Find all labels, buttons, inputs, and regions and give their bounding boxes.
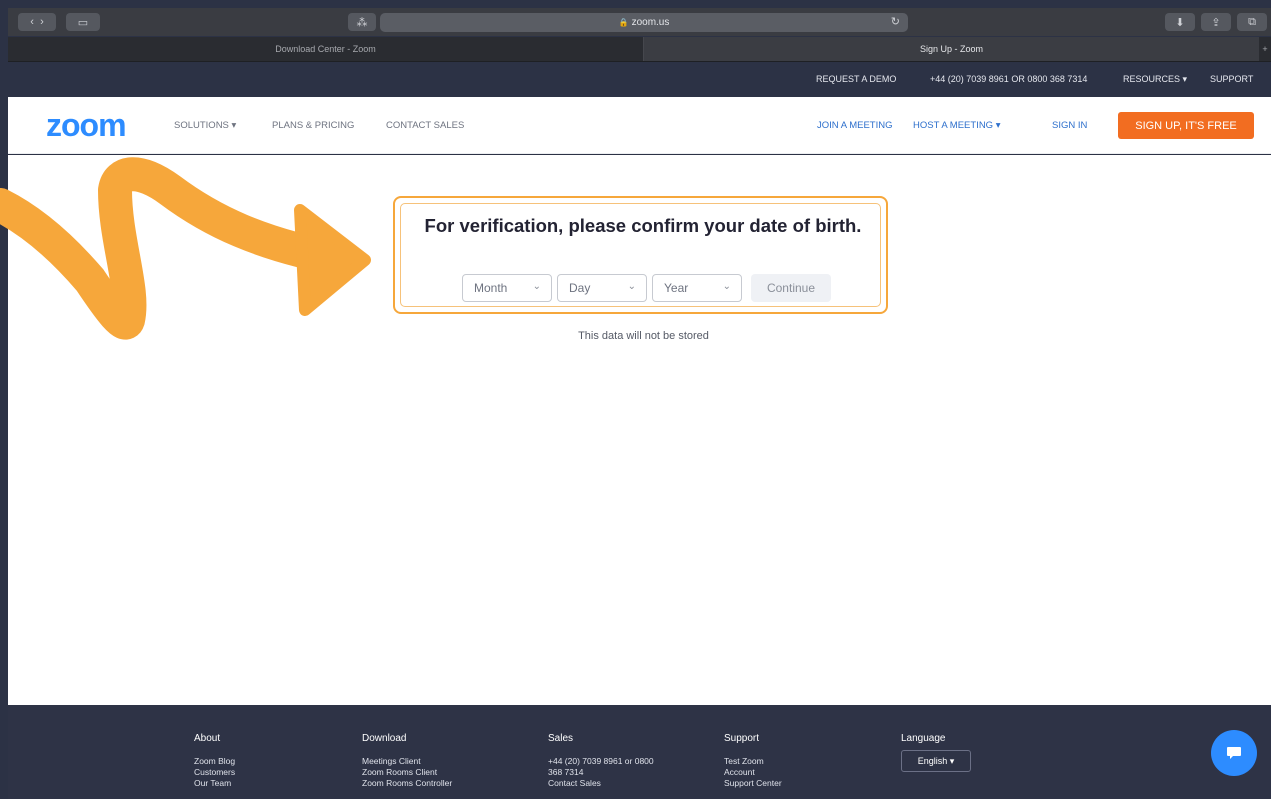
reader-icon[interactable]: ⁂ — [348, 13, 376, 31]
verification-title: For verification, please confirm your da… — [424, 215, 862, 236]
footer-download-title: Download — [362, 733, 407, 744]
footer-language-title: Language — [901, 733, 946, 744]
chevron-down-icon: ▾ — [995, 120, 1001, 131]
footer-about: About Zoom Blog Customers Our Team — [194, 733, 235, 789]
continue-button[interactable]: Continue — [751, 274, 831, 302]
contact-sales-link[interactable]: CONTACT SALES — [386, 120, 464, 131]
share-icon[interactable]: ⇪ — [1201, 13, 1231, 31]
reload-icon[interactable]: ↻ — [891, 15, 900, 28]
footer-link[interactable]: Customers — [194, 767, 235, 778]
support-link[interactable]: SUPPORT — [1210, 74, 1253, 84]
chevron-down-icon: ▾ — [231, 120, 237, 131]
footer-support: Support Test Zoom Account Support Center — [724, 733, 782, 789]
footer-sales-title: Sales — [548, 733, 574, 744]
back-forward-buttons[interactable]: ‹ › — [18, 13, 56, 31]
arrow-annotation — [0, 157, 371, 340]
footer-about-title: About — [194, 733, 221, 744]
footer-link[interactable]: Our Team — [194, 778, 235, 789]
footer-link[interactable]: Meetings Client — [362, 756, 452, 767]
sidebar-icon[interactable]: ▭ — [66, 13, 100, 31]
day-select-label: Day — [569, 281, 591, 295]
language-select-label: English — [917, 756, 948, 766]
footer-download: Download Meetings Client Zoom Rooms Clie… — [362, 733, 452, 789]
host-meeting-menu[interactable]: HOST A MEETING ▾ — [913, 120, 1001, 131]
footer-link[interactable]: +44 (20) 7039 8961 or 0800 — [548, 756, 654, 767]
new-tab-button[interactable]: + — [1259, 37, 1271, 61]
site-navbar: zoom SOLUTIONS ▾ PLANS & PRICING CONTACT… — [8, 97, 1271, 154]
resources-menu[interactable]: RESOURCES ▾ — [1123, 74, 1187, 85]
footer-language: Language English ▾ — [901, 733, 971, 772]
host-meeting-label: HOST A MEETING — [913, 120, 994, 131]
month-select-label: Month — [474, 281, 508, 295]
footer-sales: Sales +44 (20) 7039 8961 or 0800 368 731… — [548, 733, 654, 789]
address-bar[interactable]: 🔒 zoom.us ↻ — [380, 13, 908, 32]
footer-link[interactable]: 368 7314 — [548, 767, 654, 778]
footer-support-title: Support — [724, 733, 760, 744]
footer-link[interactable]: Support Center — [724, 778, 782, 789]
resources-label: RESOURCES — [1123, 74, 1181, 84]
zoom-logo[interactable]: zoom — [46, 107, 127, 144]
chevron-down-icon: ⌄ — [722, 281, 731, 292]
browser-tabs: Download Center - Zoom Sign Up - Zoom + — [8, 37, 1271, 62]
phone-link[interactable]: +44 (20) 7039 8961 OR 0800 368 7314 — [930, 74, 1087, 84]
sign-in-link[interactable]: SIGN IN — [1052, 120, 1087, 131]
request-demo-link[interactable]: REQUEST A DEMO — [816, 74, 896, 84]
chat-icon — [1227, 747, 1241, 759]
footer-link[interactable]: Zoom Rooms Client — [362, 767, 452, 778]
year-select-label: Year — [664, 281, 689, 295]
footer-link[interactable]: Zoom Blog — [194, 756, 235, 767]
utility-bar: REQUEST A DEMO +44 (20) 7039 8961 OR 080… — [8, 62, 1271, 97]
download-icon[interactable]: ⬇ — [1165, 13, 1195, 31]
chevron-down-icon: ▾ — [949, 755, 955, 766]
lock-icon: 🔒 — [618, 18, 629, 27]
footer-link[interactable]: Test Zoom — [724, 756, 782, 767]
day-select[interactable]: Day ⌄ — [557, 274, 647, 302]
tab-sign-up[interactable]: Sign Up - Zoom — [644, 37, 1259, 61]
site-footer: About Zoom Blog Customers Our Team Downl… — [8, 705, 1271, 799]
sign-up-button[interactable]: SIGN UP, IT'S FREE — [1118, 112, 1254, 139]
back-icon[interactable]: ‹ — [30, 16, 34, 28]
solutions-label: SOLUTIONS — [174, 120, 229, 131]
join-meeting-link[interactable]: JOIN A MEETING — [817, 120, 893, 131]
tabs-icon[interactable]: ⧉ — [1237, 13, 1267, 31]
plans-pricing-link[interactable]: PLANS & PRICING — [272, 120, 354, 131]
forward-icon[interactable]: › — [40, 16, 44, 28]
year-select[interactable]: Year ⌄ — [652, 274, 742, 302]
solutions-menu[interactable]: SOLUTIONS ▾ — [174, 120, 236, 131]
chevron-down-icon: ⌄ — [627, 281, 636, 292]
language-select[interactable]: English ▾ — [901, 750, 971, 772]
footer-link[interactable]: Contact Sales — [548, 778, 654, 789]
chevron-down-icon: ▾ — [1182, 74, 1188, 84]
verification-box: For verification, please confirm your da… — [393, 196, 888, 314]
chevron-down-icon: ⌄ — [532, 281, 541, 292]
chat-button[interactable] — [1211, 730, 1257, 776]
footer-link[interactable]: Account — [724, 767, 782, 778]
tab-download-center[interactable]: Download Center - Zoom — [8, 37, 644, 61]
address-text: zoom.us — [631, 17, 670, 28]
footer-link[interactable]: Zoom Rooms Controller — [362, 778, 452, 789]
month-select[interactable]: Month ⌄ — [462, 274, 552, 302]
browser-toolbar: ‹ › ▭ ⁂ 🔒 zoom.us ↻ ⬇ ⇪ ⧉ — [8, 8, 1271, 36]
